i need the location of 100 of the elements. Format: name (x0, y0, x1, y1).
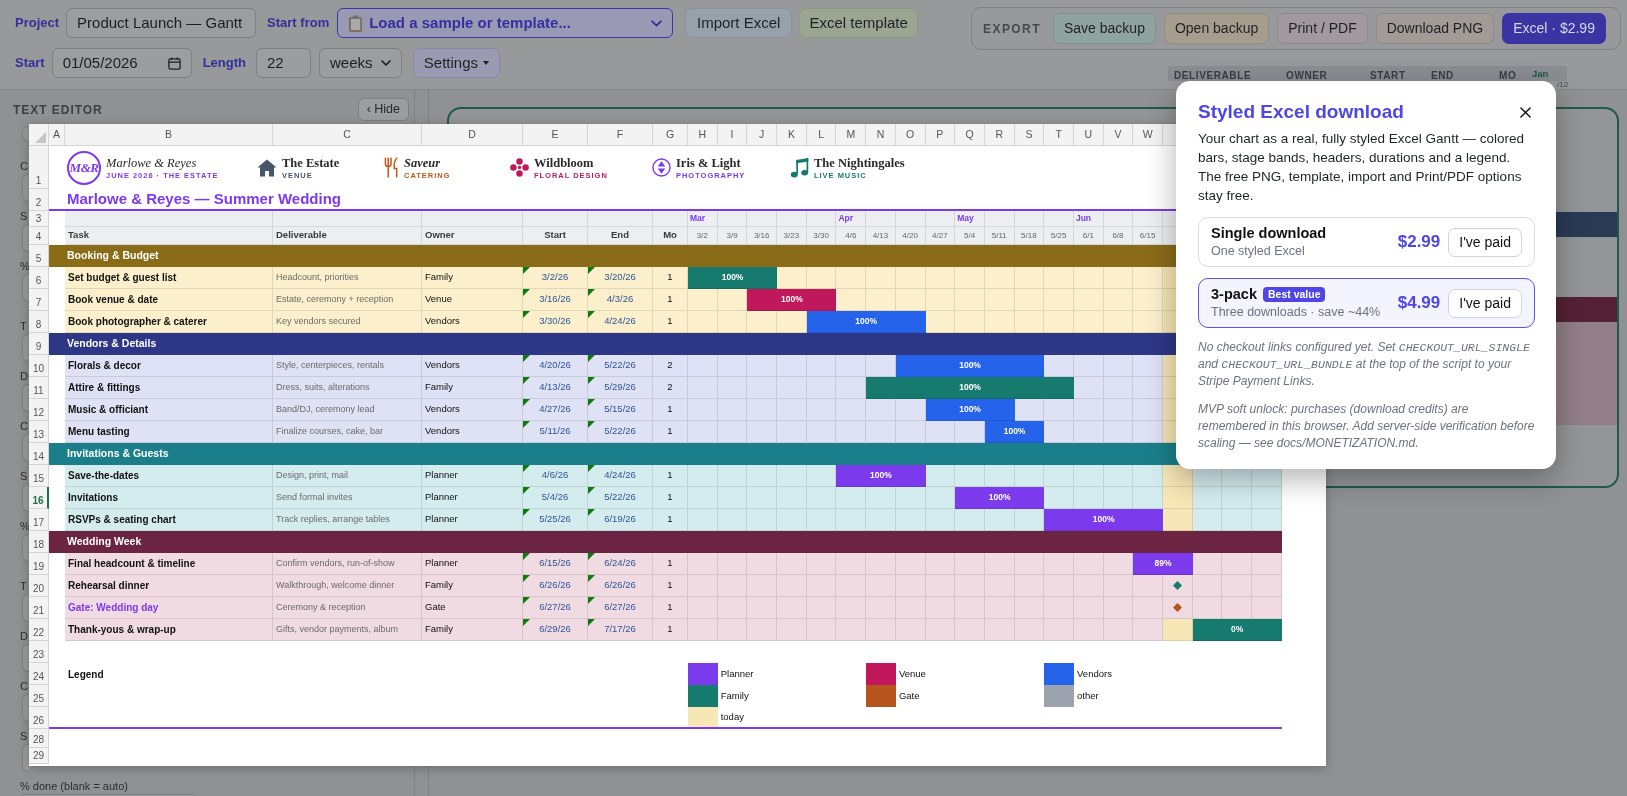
corner-triangle-icon (523, 553, 530, 560)
sheet-title: Marlowe & Reyes — Summer Wedding (67, 189, 341, 209)
template-select[interactable]: Load a sample or template... (337, 8, 674, 38)
row-number[interactable]: 6 (29, 267, 49, 289)
column-letter[interactable]: R (984, 124, 1015, 145)
export-button[interactable]: Download PNG (1375, 13, 1495, 44)
column-letter[interactable]: M (836, 124, 867, 145)
row-number[interactable]: 29 (29, 748, 49, 764)
stage-title: Wedding Week (67, 534, 142, 550)
corner-triangle-icon (523, 311, 530, 318)
start-date: 4/6/26 (541, 468, 569, 483)
export-button[interactable]: Print / PDF (1277, 13, 1368, 44)
row-number[interactable]: 15 (29, 465, 49, 487)
column-letter[interactable]: Q (955, 124, 985, 145)
excel-template-button[interactable]: Excel template (799, 8, 919, 38)
unit-select[interactable]: weeks (318, 48, 402, 78)
legend-title: Legend (68, 667, 104, 682)
column-heading: OWNER (1286, 69, 1328, 81)
corner-triangle-icon (523, 597, 530, 604)
column-letter[interactable]: N (866, 124, 896, 145)
start-date: 3/2/26 (541, 270, 569, 285)
column-letter[interactable]: S (1014, 124, 1045, 145)
row-number[interactable]: 7 (29, 289, 49, 311)
column-letter[interactable]: J (747, 124, 778, 145)
row-number[interactable]: 5 (29, 245, 49, 267)
export-button[interactable]: Open backup (1163, 13, 1270, 44)
hide-button[interactable]: ‹ Hide (357, 98, 409, 121)
row-number[interactable]: 28 (29, 729, 49, 748)
column-letter[interactable]: U (1073, 124, 1104, 145)
row-number[interactable]: 14 (29, 443, 49, 465)
row-number[interactable]: 22 (29, 619, 49, 641)
corner-triangle-icon (523, 509, 530, 516)
end-date: 6/24/26 (604, 556, 636, 571)
row-number[interactable]: 1 (29, 146, 49, 189)
date-input[interactable]: 01/05/2026 (51, 48, 192, 78)
column-letter[interactable]: I (717, 124, 748, 145)
row-number[interactable]: 12 (29, 399, 49, 421)
chevron-down-icon (380, 60, 391, 66)
column-letter[interactable]: W (1133, 124, 1163, 145)
paid-button[interactable]: I've paid (1448, 227, 1522, 257)
row-number[interactable]: 18 (29, 531, 49, 553)
column-letter[interactable]: A (49, 124, 65, 145)
row-number[interactable]: 11 (29, 377, 49, 399)
plan-subtitle: Three downloads · save ~44% (1211, 304, 1381, 321)
column-letter[interactable]: C (273, 124, 422, 145)
corner-triangle-icon (523, 399, 530, 406)
column-heading: DELIVERABLE (1174, 69, 1252, 81)
column-letter[interactable]: B (65, 124, 273, 145)
column-letter[interactable]: T (1044, 124, 1074, 145)
row-number[interactable]: 3 (29, 211, 49, 227)
import-excel-button[interactable]: Import Excel (685, 8, 793, 38)
row-number[interactable]: 17 (29, 509, 49, 531)
column-letter[interactable]: H (688, 124, 718, 145)
row-number[interactable]: 19 (29, 553, 49, 575)
column-heading: MO (1499, 69, 1517, 81)
chevron-down-icon (651, 19, 663, 27)
field-label: S (20, 210, 28, 223)
row-number[interactable]: 25 (29, 685, 49, 707)
column-letter[interactable]: L (806, 124, 837, 145)
column-heading: START (1370, 69, 1406, 81)
column-letter[interactable]: D (422, 124, 523, 145)
row-number[interactable]: 10 (29, 355, 49, 377)
column-letter[interactable]: G (653, 124, 688, 145)
row-number[interactable]: 9 (29, 333, 49, 355)
row-number[interactable]: 24 (29, 663, 49, 685)
owner-cell: Family (422, 619, 523, 641)
row-number[interactable]: 16 (29, 487, 49, 509)
row-number[interactable]: 26 (29, 707, 49, 729)
panel-title: TEXT EDITOR (13, 101, 103, 119)
gantt-bar: 100% (806, 311, 926, 333)
select-all-icon (35, 132, 46, 143)
row-number[interactable]: 4 (29, 227, 49, 245)
task-name-cell: Thank-yous & wrap-up (65, 619, 273, 641)
legend-label: Venue (897, 666, 926, 681)
corner-triangle-icon (588, 619, 595, 626)
row-number[interactable]: 13 (29, 421, 49, 443)
paid-button[interactable]: I've paid (1448, 288, 1522, 318)
settings-button[interactable]: Settings (412, 48, 500, 78)
column-letter[interactable]: V (1103, 124, 1134, 145)
row-number[interactable]: 8 (29, 311, 49, 333)
start-date: 4/13/26 (539, 380, 571, 395)
column-letter[interactable]: P (925, 124, 956, 145)
column-letter[interactable]: K (777, 124, 807, 145)
export-label: EXPORT (983, 20, 1041, 38)
export-button[interactable]: Excel · $2.99 (1502, 13, 1606, 44)
column-letter[interactable]: F (588, 124, 653, 145)
project-name-input[interactable]: Product Launch — Gantt (66, 8, 257, 38)
export-button[interactable]: Save backup (1053, 13, 1156, 44)
start-date: 3/30/26 (539, 314, 571, 329)
length-input[interactable]: 22 (255, 48, 311, 78)
column-letter[interactable]: E (523, 124, 588, 145)
row-number[interactable]: 20 (29, 575, 49, 597)
row-number[interactable]: 21 (29, 597, 49, 619)
corner-triangle-icon (588, 267, 595, 274)
column-letter[interactable]: O (895, 124, 926, 145)
stage-band (1556, 212, 1617, 237)
row-number[interactable]: 2 (29, 189, 49, 211)
dialog-description: Your chart as a real, fully styled Excel Gantt — colored bars, stage bands, headers, durations and a legend. The free PNG, template, import and Print/PDF options stay free. (1198, 130, 1525, 205)
row-number[interactable]: 23 (29, 641, 49, 663)
end-date: 4/3/26 (606, 292, 634, 307)
